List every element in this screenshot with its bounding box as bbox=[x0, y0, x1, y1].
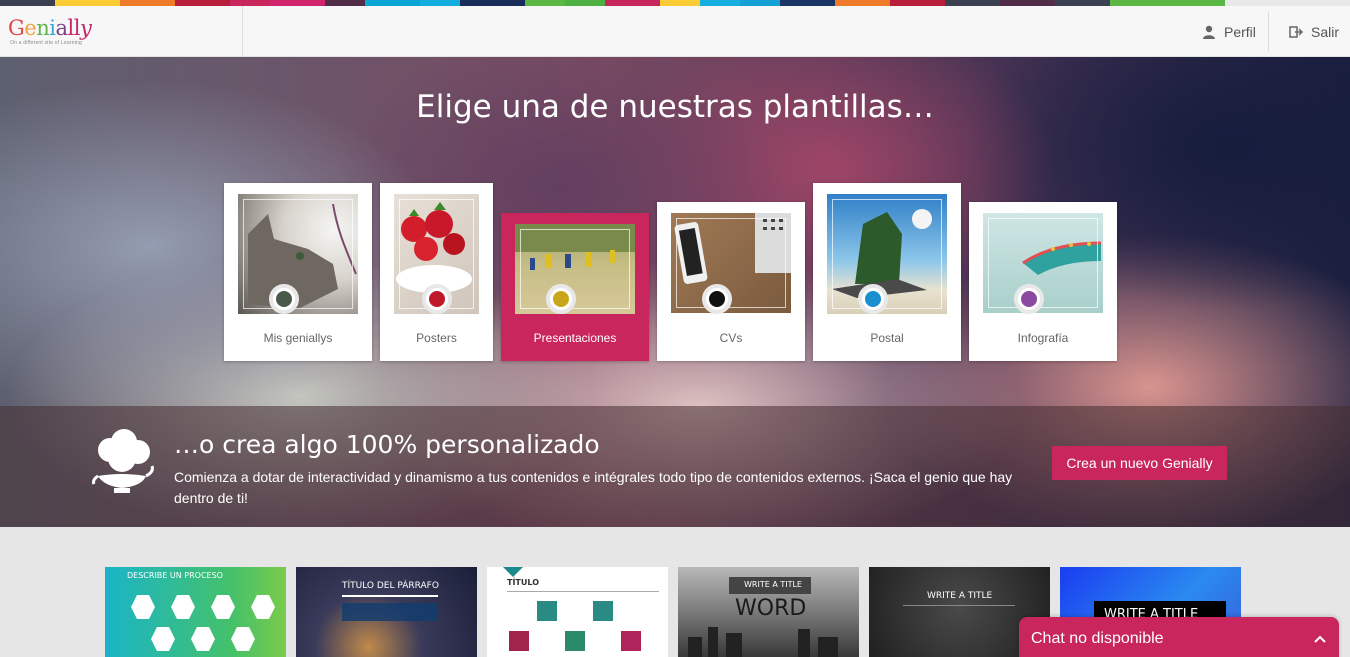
chat-label: Chat no disponible bbox=[1031, 630, 1164, 647]
category-card-postal[interactable]: Postal bbox=[813, 183, 961, 361]
category-label: Postal bbox=[870, 331, 904, 345]
profile-link[interactable]: Perfil bbox=[1202, 6, 1256, 57]
logout-label: Salir bbox=[1311, 23, 1340, 40]
template-thumb[interactable]: WRITE A TITLE WORD bbox=[678, 567, 859, 657]
template-hero: Elige una de nuestras plantillas… Mis ge… bbox=[0, 57, 1350, 527]
profile-label: Perfil bbox=[1224, 23, 1256, 40]
custom-create-banner: …o crea algo 100% personalizado Comienza… bbox=[0, 406, 1350, 527]
category-label: Posters bbox=[416, 331, 457, 345]
hero-title: Elige una de nuestras plantillas… bbox=[416, 89, 934, 125]
template-title: TÍTULO bbox=[507, 578, 539, 587]
genially-logo[interactable]: Genially On a different site of Learning bbox=[0, 6, 243, 57]
template-thumb[interactable]: DESCRIBE UN PROCESO bbox=[105, 567, 286, 657]
genie-lamp-icon bbox=[92, 429, 154, 493]
logout-icon bbox=[1289, 25, 1303, 38]
category-label: CVs bbox=[719, 331, 743, 345]
template-title: WRITE A TITLE bbox=[744, 580, 802, 589]
category-label: Presentaciones bbox=[533, 331, 617, 345]
template-thumb[interactable]: TÍTULO DEL PÁRRAFO bbox=[296, 567, 477, 657]
category-card-cvs[interactable]: CVs bbox=[657, 202, 805, 361]
top-navbar: Genially On a different site of Learning… bbox=[0, 6, 1350, 57]
template-title: TÍTULO DEL PÁRRAFO bbox=[342, 581, 439, 591]
banner-title: …o crea algo 100% personalizado bbox=[174, 430, 600, 459]
template-title: WRITE A TITLE bbox=[927, 591, 993, 601]
logo-wordmark: Genially bbox=[8, 16, 92, 40]
category-label: Mis geniallys bbox=[263, 331, 333, 345]
chat-widget[interactable]: Chat no disponible bbox=[1019, 617, 1339, 657]
category-card-posters[interactable]: Posters bbox=[380, 183, 493, 361]
template-thumb[interactable]: TÍTULO bbox=[487, 567, 668, 657]
nav-divider bbox=[1268, 12, 1269, 51]
logout-link[interactable]: Salir bbox=[1289, 6, 1339, 57]
logo-tagline: On a different site of Learning bbox=[10, 40, 82, 46]
chevron-up-icon bbox=[1314, 635, 1326, 643]
category-card-presentaciones[interactable]: Presentaciones bbox=[501, 213, 649, 361]
user-icon bbox=[1203, 25, 1215, 39]
category-card-mis-geniallys[interactable]: Mis geniallys bbox=[224, 183, 372, 361]
category-card-infografia[interactable]: Infografía bbox=[969, 202, 1117, 361]
template-subtitle: WORD bbox=[735, 596, 807, 621]
banner-description: Comienza a dotar de interactividad y din… bbox=[174, 469, 1013, 506]
create-genially-button[interactable]: Crea un nuevo Genially bbox=[1052, 446, 1227, 480]
category-label: Infografía bbox=[1017, 331, 1069, 345]
template-title: DESCRIBE UN PROCESO bbox=[127, 571, 223, 580]
